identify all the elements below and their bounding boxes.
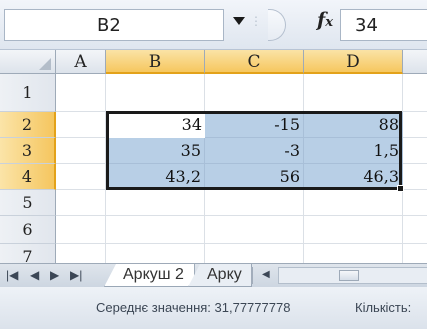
sheet-tabs-bar: |◀ ◀ ▶ ▶| Аркуш 2 Арку ◀ [0,263,427,287]
insert-function-icon[interactable]: fx [317,9,333,31]
cell-d4[interactable]: 46,3 [304,164,403,190]
cell-c2[interactable]: -15 [205,112,304,138]
tab-split-handle[interactable] [251,267,253,284]
cell-b6[interactable] [106,216,205,244]
cell-c6[interactable] [205,216,304,244]
cell-b1[interactable] [106,74,205,112]
cell-b4[interactable]: 43,2 [106,164,205,190]
cell-e4[interactable] [403,164,427,190]
scroll-left-icon[interactable]: ◀ [262,269,270,280]
row-header-7[interactable]: 7 [0,244,56,264]
column-header-b[interactable]: B [106,50,205,74]
formula-input[interactable]: 34 [340,9,427,41]
column-header-d[interactable]: D [304,50,403,74]
separator-dots-icon: ⋮ [250,14,262,28]
row-header-5[interactable]: 5 [0,190,56,216]
cell-b2[interactable]: 34 [106,112,205,138]
row-header-4[interactable]: 4 [0,164,56,190]
cell-c7[interactable] [205,244,304,264]
column-header-a[interactable]: A [56,50,106,74]
status-count: Кількість: [355,300,412,315]
row-header-3[interactable]: 3 [0,138,56,164]
cell-a5[interactable] [56,190,106,216]
horizontal-scroll-thumb[interactable] [339,270,359,281]
sheet-tab-2[interactable]: Аркуш 2 [104,264,195,287]
last-sheet-icon[interactable]: ▶| [70,267,82,283]
formula-bar-separator[interactable] [268,9,286,41]
formula-bar: B2 ⋮ fx 34 [0,0,427,50]
worksheet-grid[interactable]: A B C D 1 2 3 4 5 6 7 34 -15 88 35 -3 1,… [0,50,427,264]
column-header-e[interactable] [403,50,427,74]
cell-d1[interactable] [304,74,403,112]
name-box-value: B2 [97,15,121,36]
cell-a3[interactable] [56,138,106,164]
prev-sheet-icon[interactable]: ◀ [30,267,39,283]
select-all-icon [39,58,51,70]
cell-c3[interactable]: -3 [205,138,304,164]
cell-a1[interactable] [56,74,106,112]
horizontal-scrollbar[interactable] [278,267,427,284]
cell-e3[interactable] [403,138,427,164]
name-box[interactable]: B2 [4,9,224,41]
cell-a6[interactable] [56,216,106,244]
cell-a2[interactable] [56,112,106,138]
cell-d6[interactable] [304,216,403,244]
cell-a7[interactable] [56,244,106,264]
row-header-2[interactable]: 2 [0,112,56,138]
cell-e1[interactable] [403,74,427,112]
cell-d2[interactable]: 88 [304,112,403,138]
row-header-6[interactable]: 6 [0,216,56,244]
first-sheet-icon[interactable]: |◀ [6,267,18,283]
cell-e6[interactable] [403,216,427,244]
cell-a4[interactable] [56,164,106,190]
status-bar: Середнє значення: 31,77777778 Кількість: [0,287,427,329]
cell-e5[interactable] [403,190,427,216]
cell-b5[interactable] [106,190,205,216]
cell-e7[interactable] [403,244,427,264]
cell-d3[interactable]: 1,5 [304,138,403,164]
cell-b7[interactable] [106,244,205,264]
column-header-c[interactable]: C [205,50,304,74]
cell-b3[interactable]: 35 [106,138,205,164]
row-header-1[interactable]: 1 [0,74,56,112]
name-box-dropdown-icon[interactable] [233,17,245,25]
cell-c5[interactable] [205,190,304,216]
select-all-button[interactable] [0,50,56,74]
status-average: Середнє значення: 31,77777778 [96,300,291,315]
next-sheet-icon[interactable]: ▶ [50,267,59,283]
cell-c4[interactable]: 56 [205,164,304,190]
fill-handle[interactable] [397,185,404,192]
formula-value: 34 [355,15,378,36]
cell-d7[interactable] [304,244,403,264]
sheet-tab-3[interactable]: Арку [188,264,252,287]
cell-e2[interactable] [403,112,427,138]
cell-d5[interactable] [304,190,403,216]
cell-c1[interactable] [205,74,304,112]
